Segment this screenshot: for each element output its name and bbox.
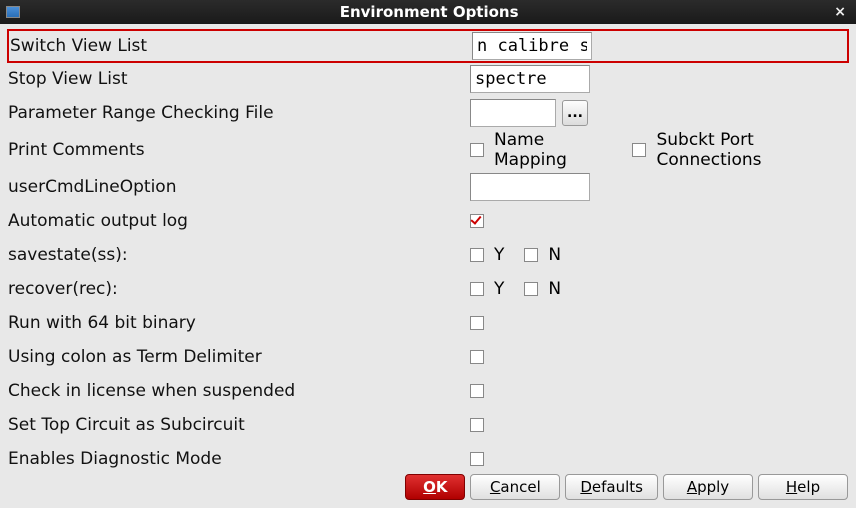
label-user-cmd: userCmdLineOption (8, 177, 470, 197)
browse-button[interactable]: ... (562, 100, 588, 126)
apply-button[interactable]: Apply (663, 474, 753, 500)
window-title: Environment Options (28, 3, 830, 21)
row-savestate: savestate(ss): Y N (8, 238, 848, 272)
subckt-port-checkbox[interactable] (632, 143, 646, 157)
row-auto-log: Automatic output log (8, 204, 848, 238)
label-stop-view: Stop View List (8, 69, 470, 89)
savestate-y-label: Y (494, 245, 504, 265)
row-user-cmd: userCmdLineOption (8, 170, 848, 204)
cancel-button[interactable]: Cancel (470, 474, 560, 500)
button-bar: OK Cancel Defaults Apply Help (0, 468, 856, 506)
name-mapping-checkbox[interactable] (470, 143, 484, 157)
row-run64: Run with 64 bit binary (8, 306, 848, 340)
label-switch-view: Switch View List (10, 36, 472, 56)
label-check-lic: Check in license when suspended (8, 381, 470, 401)
window-icon (6, 6, 20, 18)
ok-button[interactable]: OK (405, 474, 465, 500)
label-print-comments: Print Comments (8, 140, 470, 160)
row-stop-view: Stop View List (8, 62, 848, 96)
recover-n-label: N (548, 279, 561, 299)
param-file-input[interactable] (470, 99, 556, 127)
close-icon[interactable]: × (830, 4, 850, 20)
label-auto-log: Automatic output log (8, 211, 470, 231)
row-recover: recover(rec): Y N (8, 272, 848, 306)
label-savestate: savestate(ss): (8, 245, 470, 265)
auto-log-checkbox[interactable] (470, 214, 484, 228)
label-diag: Enables Diagnostic Mode (8, 449, 470, 469)
name-mapping-label: Name Mapping (494, 130, 612, 170)
row-set-top: Set Top Circuit as Subcircuit (8, 408, 848, 442)
savestate-y-checkbox[interactable] (470, 248, 484, 262)
row-param-file: Parameter Range Checking File ... (8, 96, 848, 130)
label-param-file: Parameter Range Checking File (8, 103, 470, 123)
savestate-n-checkbox[interactable] (524, 248, 538, 262)
title-bar: Environment Options × (0, 0, 856, 24)
row-switch-view: Switch View List (7, 29, 849, 63)
stop-view-input[interactable] (470, 65, 590, 93)
subckt-port-label: Subckt Port Connections (656, 130, 848, 170)
recover-y-checkbox[interactable] (470, 282, 484, 296)
label-colon-delim: Using colon as Term Delimiter (8, 347, 470, 367)
savestate-n-label: N (548, 245, 561, 265)
set-top-checkbox[interactable] (470, 418, 484, 432)
label-recover: recover(rec): (8, 279, 470, 299)
label-set-top: Set Top Circuit as Subcircuit (8, 415, 470, 435)
help-button[interactable]: Help (758, 474, 848, 500)
diag-checkbox[interactable] (470, 452, 484, 466)
recover-y-label: Y (494, 279, 504, 299)
label-run64: Run with 64 bit binary (8, 313, 470, 333)
form-area: Switch View List Stop View List Paramete… (0, 24, 856, 476)
row-check-lic: Check in license when suspended (8, 374, 848, 408)
recover-n-checkbox[interactable] (524, 282, 538, 296)
check-lic-checkbox[interactable] (470, 384, 484, 398)
defaults-button[interactable]: Defaults (565, 474, 658, 500)
run64-checkbox[interactable] (470, 316, 484, 330)
row-print-comments: Print Comments Name Mapping Subckt Port … (8, 130, 848, 170)
user-cmd-input[interactable] (470, 173, 590, 201)
switch-view-input[interactable] (472, 32, 592, 60)
colon-delim-checkbox[interactable] (470, 350, 484, 364)
row-colon-delim: Using colon as Term Delimiter (8, 340, 848, 374)
